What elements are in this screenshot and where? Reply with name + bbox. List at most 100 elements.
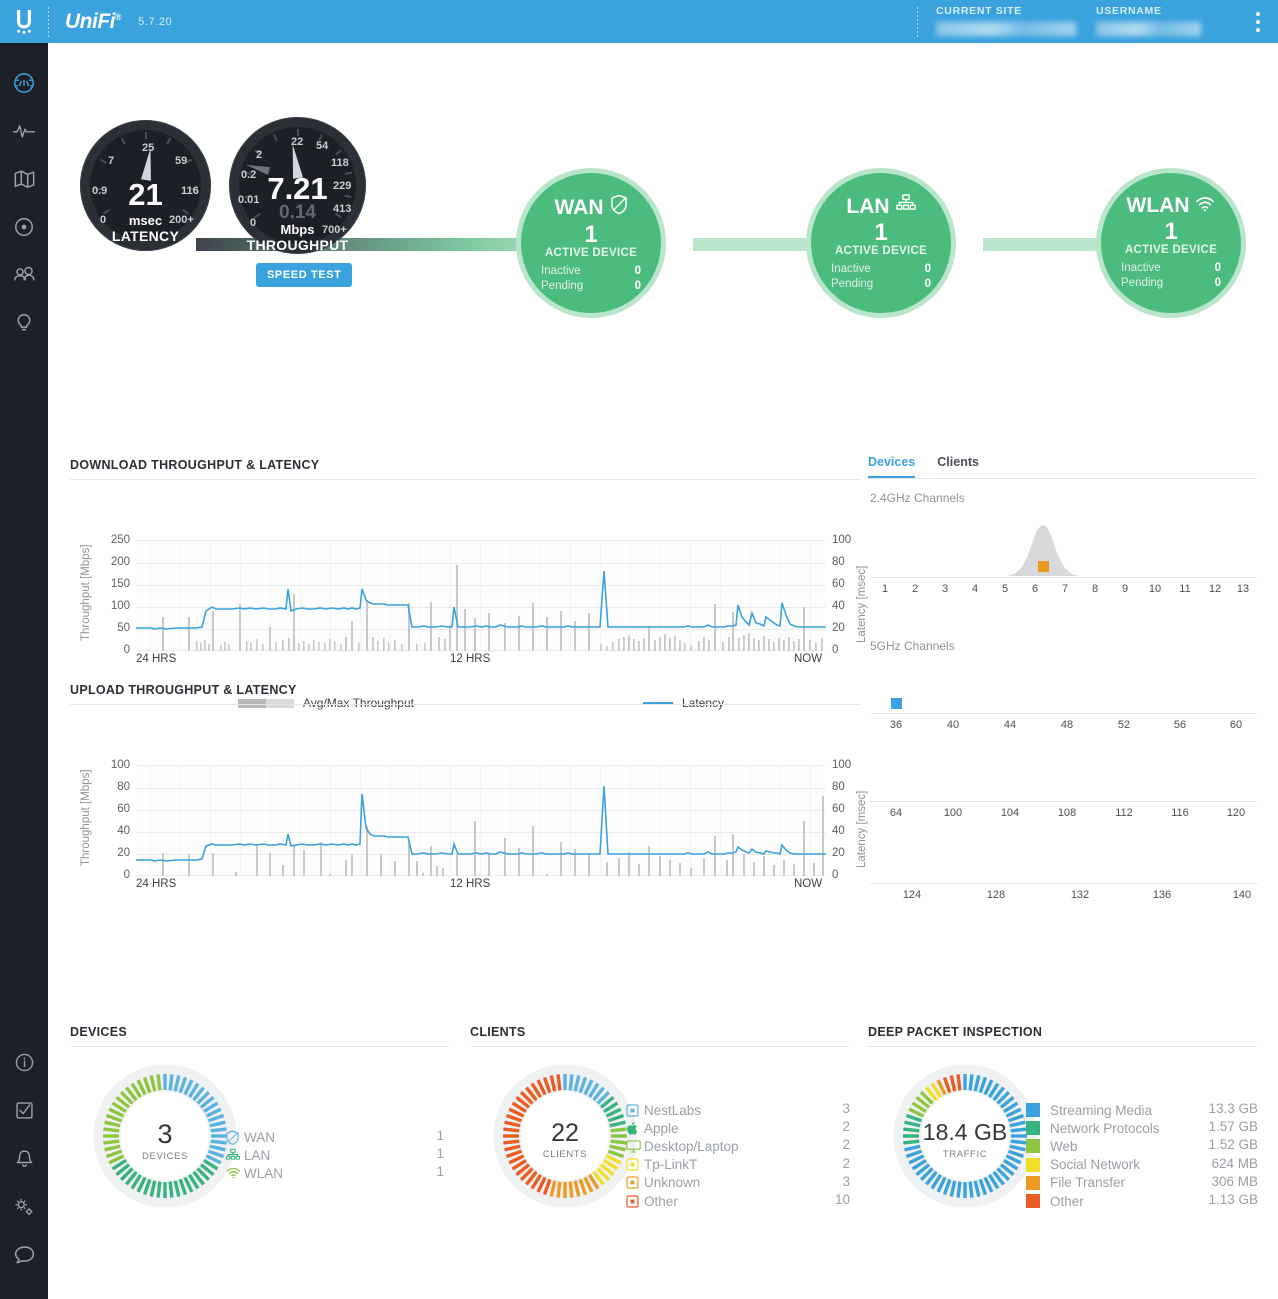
username-menu[interactable]: USERNAME [1078,0,1238,43]
sidebar-item-statistics[interactable] [0,109,48,157]
download-ytick-0: 0 [123,644,130,656]
chan-tick-7: 7 [1061,583,1069,595]
clients-legend-value-apple: 2 [842,1119,850,1135]
download-chart-title: DOWNLOAD THROUGHPUT & LATENCY [70,458,860,480]
clients-legend-label-unknown: Unknown [644,1175,701,1191]
chan-tick-6: 6 [1031,583,1039,595]
dpi-panel: DEEP PACKET INSPECTION [868,1025,1258,1047]
devices-donut[interactable]: 3 DEVICES [90,1061,240,1211]
shield-icon [226,1129,244,1145]
upload-ytick-80: 80 [117,781,130,793]
dpi-total: 18.4 GB [922,1119,1008,1145]
chat-bubble-icon [13,1244,36,1270]
upload-ytick-r-80: 80 [832,781,845,793]
devices-legend-label-wlan: WLAN [244,1165,284,1181]
latency-gauge[interactable]: 0 0.9 7 25 59 116 200+ 21 msec LATENCY [80,120,211,251]
clients-donut[interactable]: 22 CLIENTS [490,1061,640,1211]
upload-ytick-100: 100 [110,759,130,771]
sidebar-item-help[interactable] [0,1041,48,1089]
download-xtick-12hrs: 12 HRS [450,653,491,665]
version-label: 5.7.20 [138,15,173,28]
upload-ytick-40: 40 [117,825,130,837]
topology-overview: 0 0.9 7 25 59 116 200+ 21 msec LATENCY 0… [48,43,1278,333]
clients-legend-value-tplink: 2 [842,1155,850,1171]
current-site-label: CURRENT SITE [936,5,1022,17]
band-24ghz-label: 2.4GHz Channels [870,491,965,505]
sidebar-item-insights[interactable] [0,301,48,349]
sidebar-item-tasks[interactable] [0,1089,48,1137]
chart-24ghz-channels[interactable] [870,511,1258,576]
username-value [1096,22,1201,36]
kebab-menu-icon[interactable] [1238,0,1278,43]
tab-devices[interactable]: Devices [868,455,916,478]
map-icon [13,168,36,195]
sidebar-item-chat[interactable] [0,1233,48,1281]
upload-xtick-now: NOW [794,878,823,890]
upload-ytick-r-0: 0 [832,869,839,881]
download-chart-panel: DOWNLOAD THROUGHPUT & LATENCY [70,458,860,480]
clients-legend-row-desktop: Desktop/Laptop [626,1137,739,1155]
lan-pending-value: 0 [924,277,931,290]
download-ytick-50: 50 [117,622,130,634]
channels-panel: Devices Clients [868,455,1258,479]
upload-ytick-r-40: 40 [832,825,845,837]
lan-label: LAN [846,194,890,218]
wan-status-circle[interactable]: WAN 1 ACTIVE DEVICE Inactive 0 Pending 0 [516,168,666,318]
upload-xtick-24hrs: 24 HRS [136,878,177,890]
chart-5ghz-channels-row3[interactable] [870,817,1258,883]
dpi-legend-row-web: Web [1026,1137,1160,1155]
chan-tick-128: 128 [986,889,1006,901]
tab-clients[interactable]: Clients [937,455,979,478]
sidebar-item-clients[interactable] [0,253,48,301]
download-chart[interactable]: Throughput [Mbps] Latency [msec] 250 200… [70,483,868,678]
ubiquiti-u-icon[interactable] [0,0,48,43]
sidebar-item-settings[interactable] [0,1185,48,1233]
chart-5ghz-channels-row2[interactable] [870,729,1258,801]
chart-5ghz-channels-row1[interactable] [870,661,1258,711]
target-circle-icon [13,216,35,243]
device-square-icon [626,1176,644,1189]
channels-tabs: Devices Clients [868,455,1258,479]
throughput-scale-54: 54 [316,140,329,152]
devices-legend-values: 1 1 1 [408,1128,444,1183]
sidebar-item-alerts[interactable] [0,1137,48,1185]
chan-tick-1: 1 [881,583,889,595]
channel-marker-6[interactable] [1038,561,1049,572]
latency-unit: msec [128,213,163,228]
dpi-legend-label-protocols: Network Protocols [1050,1120,1160,1136]
current-site-selector[interactable]: CURRENT SITE [918,0,1078,43]
upload-chart-panel: UPLOAD THROUGHPUT & LATENCY [70,683,860,705]
dashboard-gauge-icon [13,72,35,99]
dpi-donut[interactable]: 18.4 GB TRAFFIC [890,1061,1040,1211]
dpi-panel-title: DEEP PACKET INSPECTION [868,1025,1258,1047]
dpi-legend-value-protocols: 1.57 GB [1208,1119,1258,1135]
upload-chart[interactable]: Throughput [Mbps] Latency [msec] 100 80 … [70,708,868,903]
lan-status-circle[interactable]: LAN 1 ACTIVE DEVICE Inactive 0 Pending 0 [806,168,956,318]
sidebar-item-map[interactable] [0,157,48,205]
sidebar-item-dashboard[interactable] [0,61,48,109]
clients-legend: NestLabs Apple Desktop/Laptop Tp-LinkT U… [626,1101,739,1210]
devices-legend-label-lan: LAN [244,1147,271,1163]
axis-24ghz [870,577,1258,578]
throughput-gauge[interactable]: 0 0.01 0.2 2 22 54 118 229 413 700+ 7.21… [229,117,366,254]
devices-panel-title: DEVICES [70,1025,450,1047]
speed-test-button[interactable]: SPEED TEST [256,263,353,287]
sidebar-item-devices[interactable] [0,205,48,253]
clients-legend-value-unknown: 3 [842,1173,850,1189]
chan-tick-132: 132 [1070,889,1090,901]
wlan-status-circle[interactable]: WLAN 1 ACTIVE DEVICE Inactive 0 Pending … [1096,168,1246,318]
lan-pending-row: Pending 0 [831,277,931,291]
download-ytick-250: 250 [110,534,130,546]
dpi-legend-row-social: Social Network [1026,1156,1160,1174]
upload-ytick-60: 60 [117,803,130,815]
lan-inactive-row: Inactive 0 [831,262,931,276]
device-square-icon [626,1158,644,1171]
upload-chart-title: UPLOAD THROUGHPUT & LATENCY [70,683,860,705]
chan-tick-10: 10 [1148,583,1162,595]
wlan-pending-row: Pending 0 [1121,276,1221,290]
upload-series-svg [136,766,826,876]
apple-icon [626,1121,644,1136]
clients-legend-value-nestlabs: 3 [842,1101,850,1116]
dpi-legend: Streaming Media Network Protocols Web So… [1026,1101,1160,1210]
channel-marker-36[interactable] [891,698,902,709]
